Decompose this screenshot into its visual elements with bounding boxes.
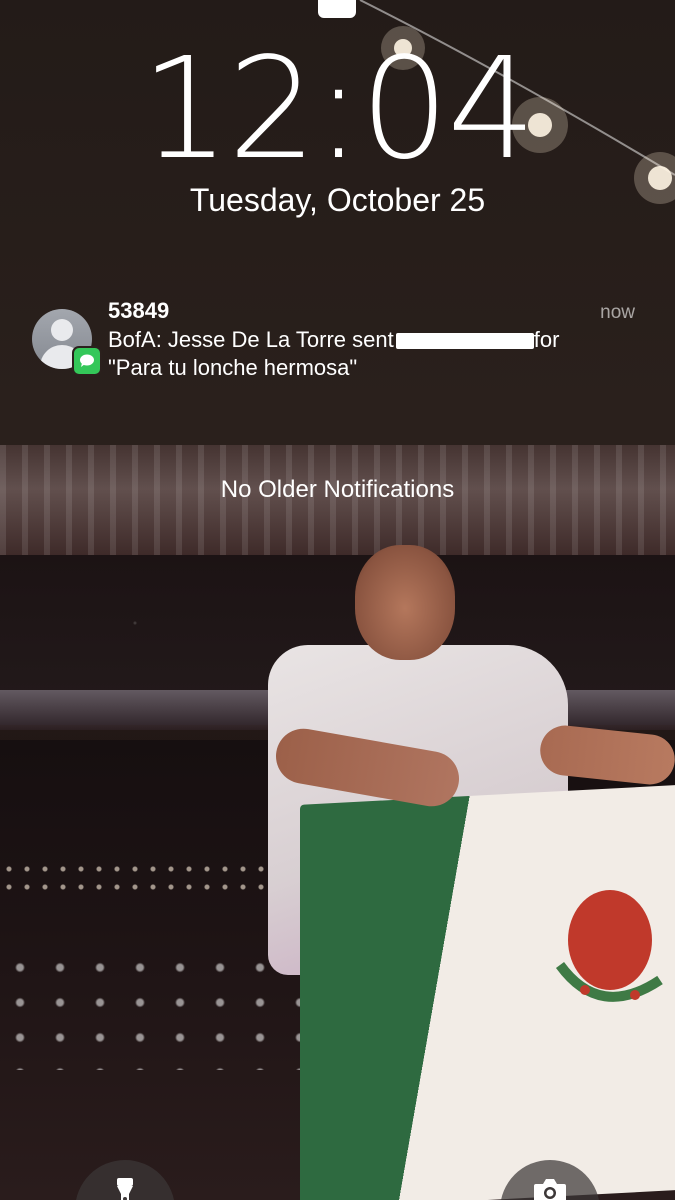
- date-label: Tuesday, October 25: [189, 182, 486, 218]
- flashlight-icon: [117, 1178, 133, 1200]
- crowd-phone-lights: [0, 950, 300, 1070]
- no-older-notifications-label: No Older Notifications: [220, 476, 455, 503]
- notification-body-text: for: [533, 327, 560, 352]
- notification-time: now: [600, 302, 635, 323]
- notification-banner[interactable]: 53849 now BofA: Jesse De La Torre sent fo…: [0, 292, 675, 392]
- person-head: [355, 545, 455, 660]
- clock-time: 12:04: [140, 28, 536, 191]
- redaction-mark: [395, 333, 534, 350]
- messages-icon: [72, 346, 102, 376]
- notification-body: BofA: Jesse De La Torre sent for "Para tu…: [108, 326, 608, 382]
- notification-body-text: BofA: Jesse De La Torre sent: [108, 327, 394, 352]
- notification-sender: 53849: [108, 298, 170, 323]
- stage-lights: [0, 860, 300, 900]
- lock-indicator: [318, 0, 356, 18]
- camera-icon: [534, 1179, 566, 1200]
- notification-body-text: "Para tu lonche hermosa": [108, 355, 358, 380]
- flag-emblem: [555, 890, 663, 1002]
